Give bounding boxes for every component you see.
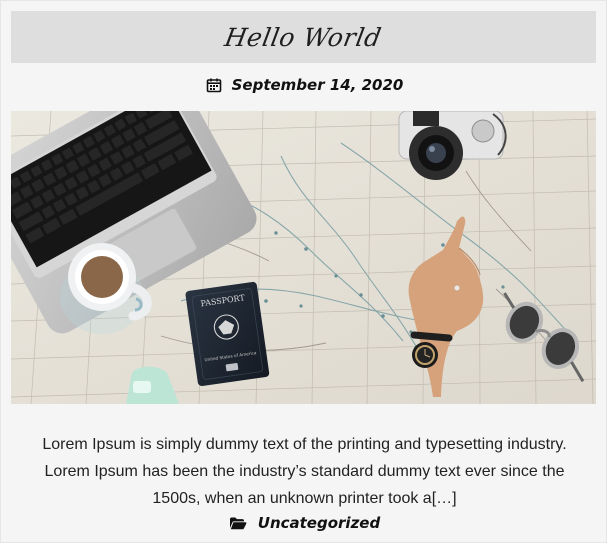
calendar-icon <box>206 77 222 93</box>
post-title-bar: Hello World <box>11 11 596 63</box>
featured-image[interactable]: PASSPORT United States of America <box>11 111 596 404</box>
post-excerpt: Lorem Ipsum is simply dummy text of the … <box>42 436 567 507</box>
post-title[interactable]: Hello World <box>223 23 384 52</box>
post-card: Hello World September 14, 2020 PASSPORT … <box>0 0 607 543</box>
passport-illustration: PASSPORT United States of America <box>185 281 270 386</box>
post-date[interactable]: September 14, 2020 <box>232 76 404 94</box>
category-link[interactable]: Uncategorized <box>258 514 380 532</box>
post-date-row: September 14, 2020 <box>1 73 607 97</box>
folder-open-icon <box>229 516 247 530</box>
post-category-row: Uncategorized <box>1 511 607 535</box>
